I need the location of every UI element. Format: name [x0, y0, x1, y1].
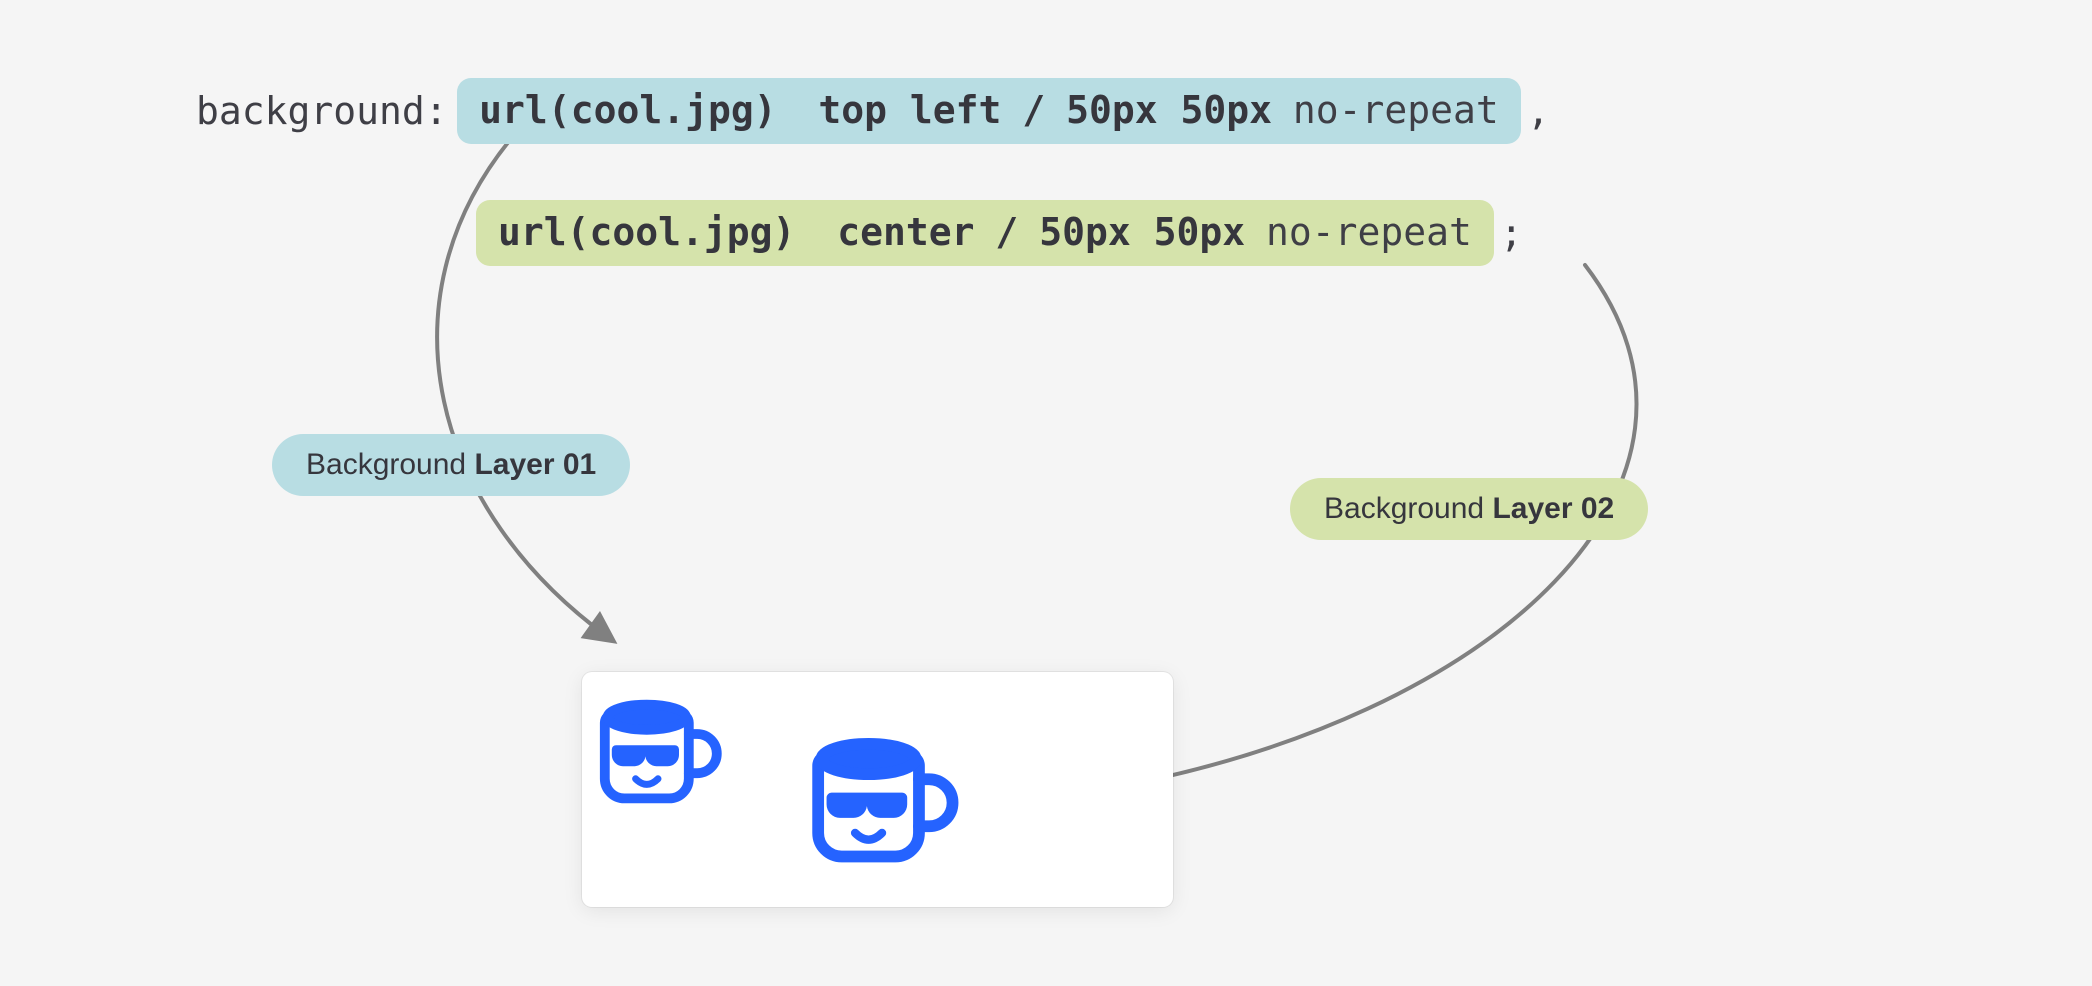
layer2-highlight: url(cool.jpg) center / 50px 50px no-repe…: [476, 200, 1494, 266]
css-property: background:: [196, 89, 457, 133]
code-line-1: background: url(cool.jpg) top left / 50p…: [196, 78, 1550, 144]
layer1-label-bold: Layer 01: [474, 448, 596, 481]
layer1-highlight: url(cool.jpg) top left / 50px 50px no-re…: [457, 78, 1521, 144]
layer2-label-pill: Background Layer 02: [1290, 478, 1648, 540]
mug-icon-center: [798, 712, 966, 880]
layer2-label-bold: Layer 02: [1492, 492, 1614, 525]
code-line-2: url(cool.jpg) center / 50px 50px no-repe…: [476, 200, 1523, 266]
layer2-label-prefix: Background: [1324, 492, 1492, 525]
layer1-label-prefix: Background: [306, 448, 474, 481]
result-preview-box: [582, 672, 1173, 907]
layer1-label-pill: Background Layer 01: [272, 434, 630, 496]
layer2-trailing: ;: [1494, 211, 1523, 255]
layer1-trailing: ,: [1521, 89, 1550, 133]
mug-icon-top-left: [588, 678, 728, 818]
diagram-stage: background: url(cool.jpg) top left / 50p…: [0, 0, 2092, 986]
